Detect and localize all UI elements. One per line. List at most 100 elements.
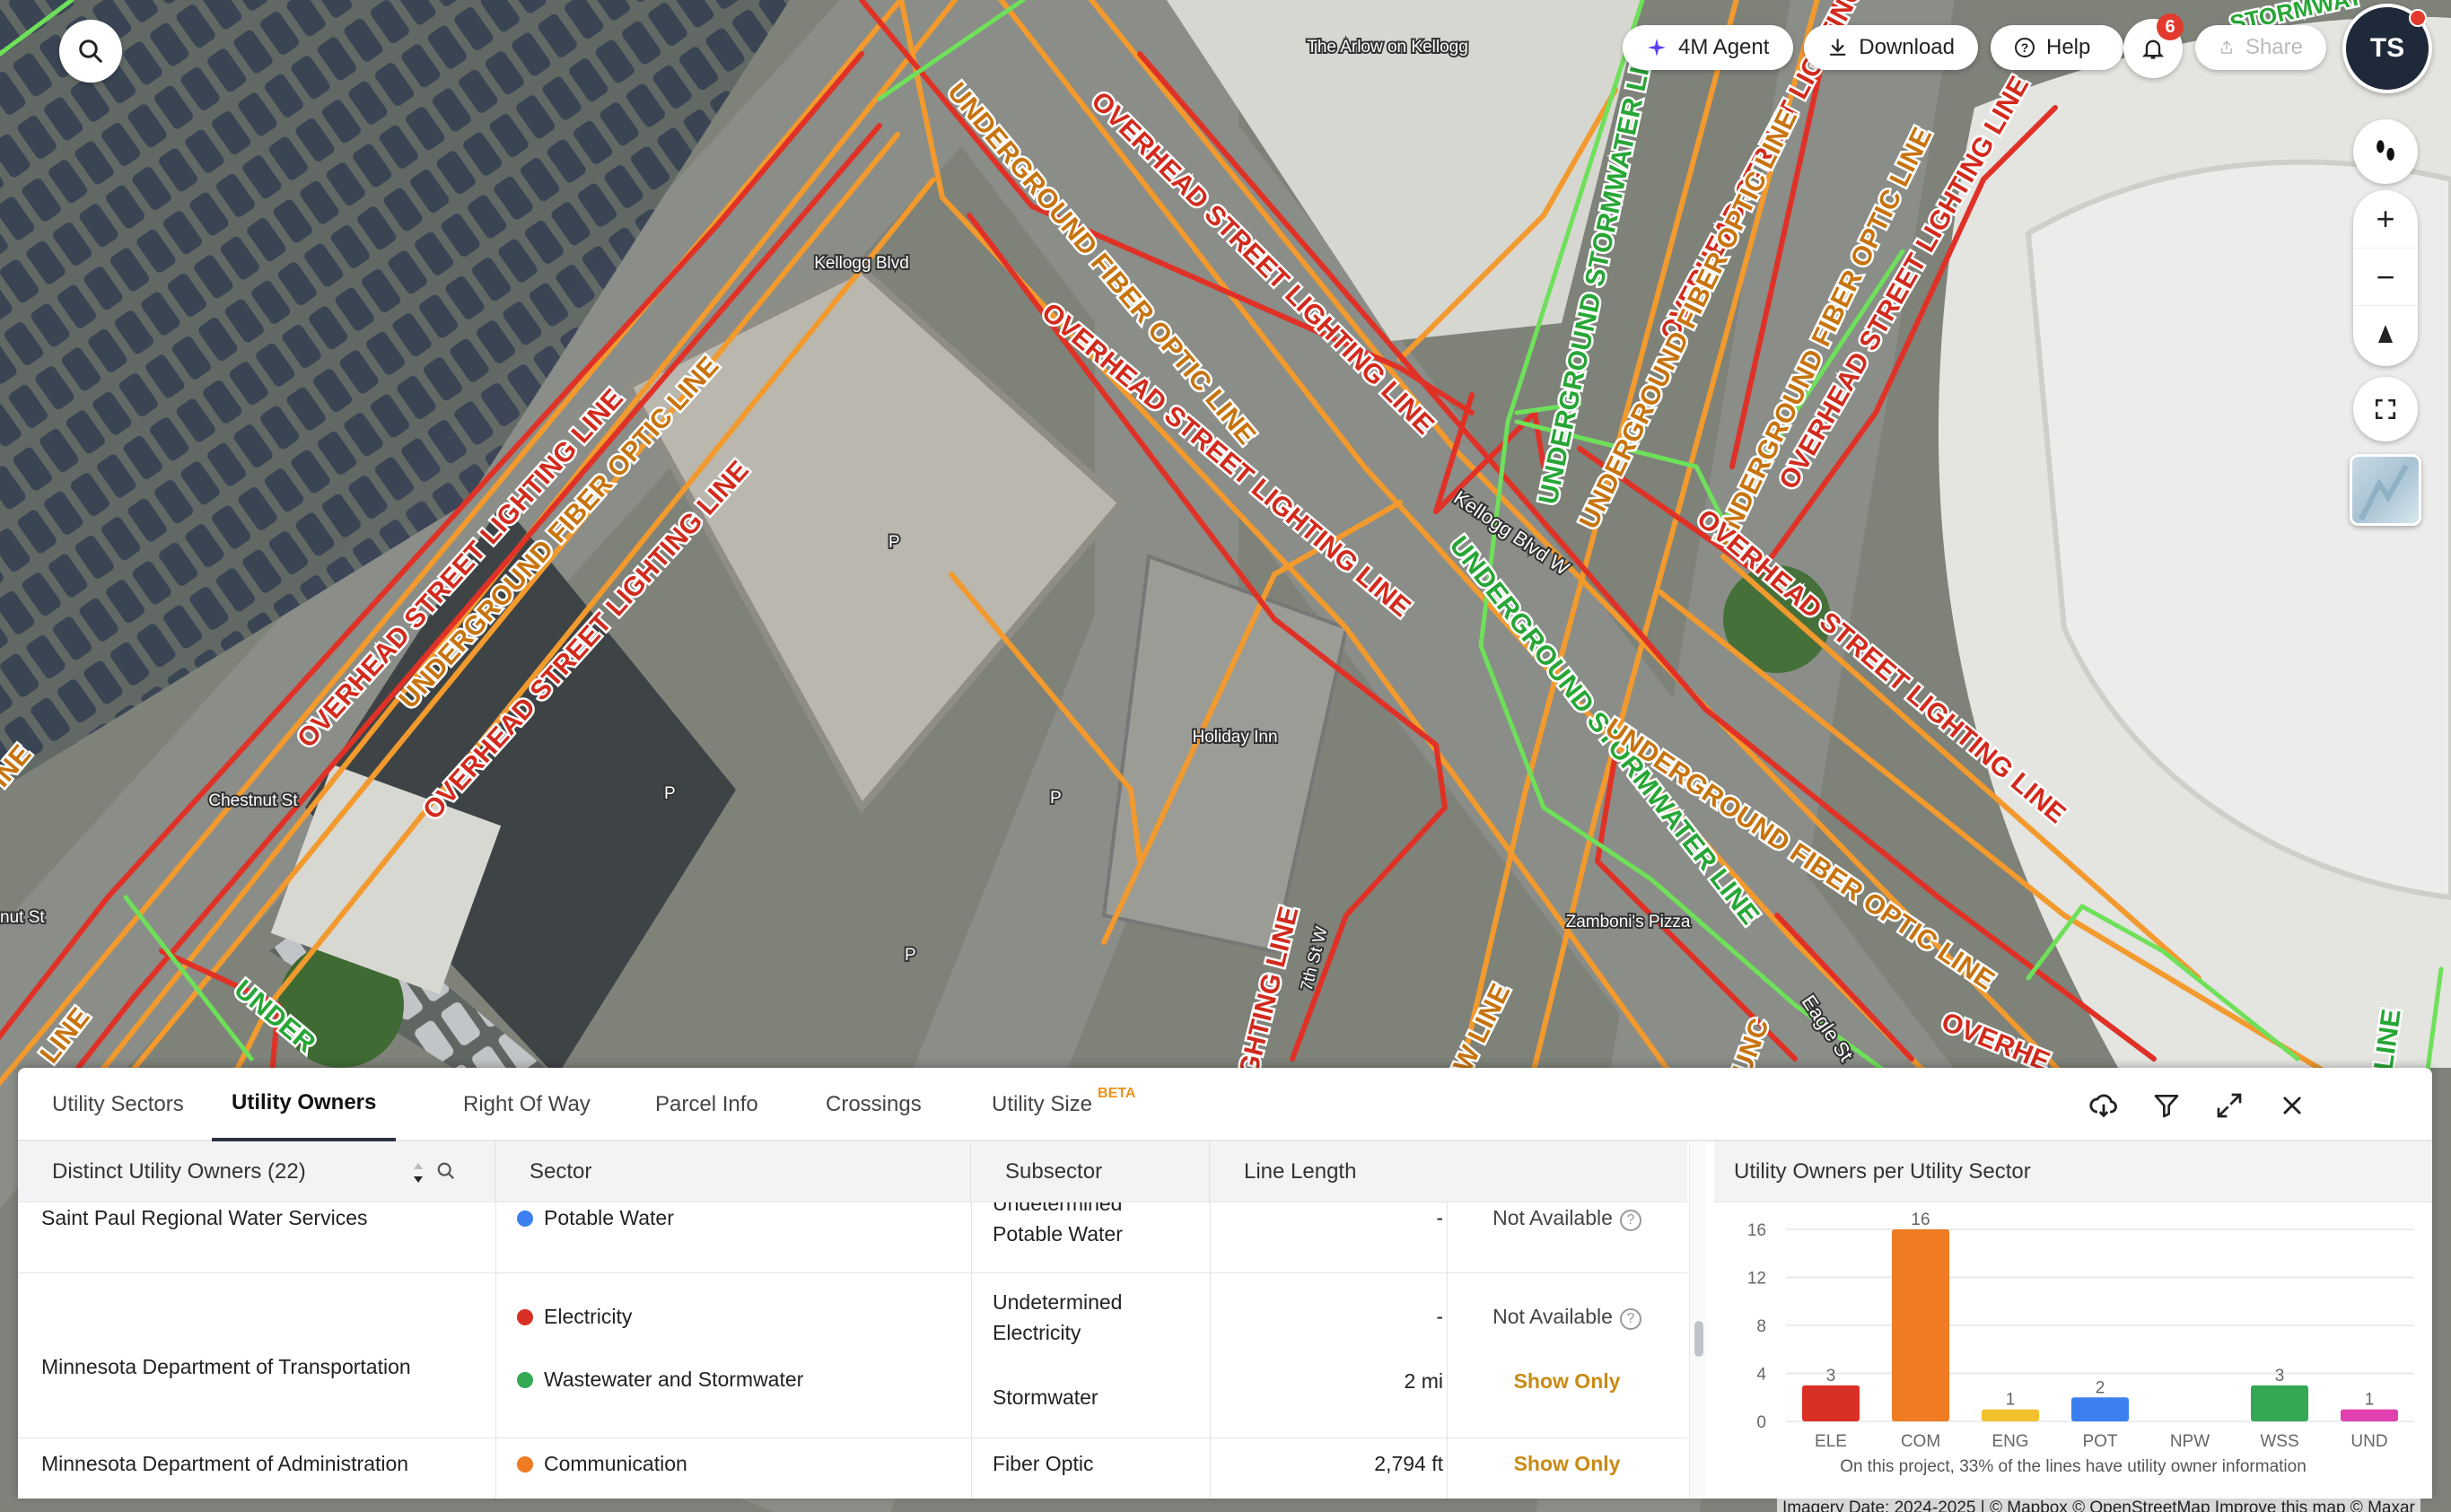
sector-color-dot — [517, 1309, 533, 1325]
help-button[interactable]: ? Help — [1991, 25, 2123, 70]
tab-utility-size[interactable]: Utility Size BETA — [992, 1068, 1135, 1141]
x-tick-label: COM — [1901, 1432, 1940, 1451]
chart-title: Utility Owners per Utility Sector — [1714, 1141, 2432, 1202]
subsector-line-2: Electricity — [993, 1321, 1081, 1344]
tab-utility-size-label: Utility Size — [992, 1092, 1093, 1116]
y-tick-label: 0 — [1756, 1413, 1766, 1432]
parking-marker: P — [888, 533, 900, 552]
bar-value-label: 1 — [2365, 1391, 2375, 1410]
filter-button[interactable] — [2147, 1086, 2186, 1125]
bar-value-label: 2 — [2096, 1378, 2105, 1397]
map-thumbnail-icon — [2359, 464, 2409, 521]
bar-pot[interactable] — [2071, 1397, 2129, 1421]
bell-icon — [2141, 39, 2165, 59]
tab-parcel-info[interactable]: Parcel Info — [655, 1068, 758, 1141]
sector-name: Potable Water — [544, 1206, 674, 1229]
zoom-controls: + − — [2353, 190, 2418, 366]
owners-column-header[interactable]: Distinct Utility Owners (22) — [18, 1141, 495, 1202]
subsector-line-1: Undetermined — [993, 1290, 1123, 1314]
basemap-toggle[interactable] — [2350, 454, 2421, 526]
sector-column-header[interactable]: Sector — [495, 1141, 971, 1202]
status-dot — [2409, 9, 2427, 27]
table-header: Distinct Utility Owners (22) Sector Subs… — [18, 1141, 1687, 1202]
sector-name: Electricity — [544, 1305, 633, 1328]
bar-ele[interactable] — [1802, 1385, 1860, 1421]
sort-icon[interactable] — [411, 1161, 425, 1184]
help-label: Help — [2046, 35, 2091, 59]
close-panel-button[interactable] — [2272, 1086, 2312, 1125]
tab-crossings[interactable]: Crossings — [826, 1068, 922, 1141]
place-label: Zamboni's Pizza — [1566, 913, 1691, 931]
place-label: Holiday Inn — [1192, 728, 1277, 747]
user-avatar[interactable]: TS — [2342, 4, 2432, 93]
subsector-column-header[interactable]: Subsector — [971, 1141, 1210, 1202]
not-available-label: Not Available — [1492, 1305, 1613, 1328]
length-column-header[interactable]: Line Length — [1210, 1141, 1687, 1202]
show-only-button[interactable]: Show Only — [1447, 1448, 1687, 1479]
avatar-initials: TS — [2369, 33, 2405, 63]
bar-und[interactable] — [2341, 1409, 2398, 1421]
street-view-button[interactable] — [2353, 119, 2418, 184]
line-length: 2 mi — [1404, 1369, 1443, 1393]
download-button[interactable]: Download — [1804, 25, 1978, 70]
parking-marker: P — [905, 946, 916, 965]
beta-badge: BETA — [1098, 1086, 1136, 1101]
tab-utility-owners[interactable]: Utility Owners — [212, 1068, 397, 1141]
column-divider — [495, 1202, 496, 1499]
tab-utility-sectors[interactable]: Utility Sectors — [52, 1068, 184, 1141]
street-label: nut St — [0, 908, 45, 927]
search-icon[interactable] — [436, 1161, 456, 1181]
bar-value-label: 1 — [2006, 1391, 2016, 1410]
line-length: - — [1436, 1305, 1443, 1328]
tab-right-of-way[interactable]: Right Of Way — [463, 1068, 591, 1141]
fullscreen-button[interactable] — [2353, 377, 2418, 441]
sector-color-dot — [517, 1456, 533, 1473]
place-label: Chestnut St — [208, 791, 298, 810]
bar-value-label: 3 — [1826, 1367, 1836, 1385]
show-only-button[interactable]: Show Only — [1447, 1366, 1687, 1396]
sector-name: Wastewater and Stormwater — [544, 1368, 804, 1391]
sector-color-dot — [517, 1372, 533, 1388]
info-icon[interactable]: ? — [1619, 1210, 1641, 1231]
x-tick-label: WSS — [2260, 1432, 2298, 1451]
agent-label: 4M Agent — [1678, 35, 1770, 59]
x-tick-label: POT — [2082, 1432, 2117, 1451]
scrollbar-thumb[interactable] — [1694, 1321, 1703, 1357]
bar-eng[interactable] — [1982, 1409, 2039, 1421]
subsector-line-1: Undetermined — [993, 1202, 1123, 1215]
download-icon — [1829, 39, 1846, 56]
not-available-label: Not Available — [1492, 1206, 1613, 1229]
sector-cell: Communication — [517, 1448, 687, 1479]
notifications-button[interactable]: 6 — [2123, 13, 2184, 78]
close-icon — [2283, 1097, 2301, 1114]
search-button[interactable] — [59, 20, 122, 83]
bar-wss[interactable] — [2251, 1385, 2308, 1421]
cloud-download-icon — [2089, 1094, 2117, 1118]
place-label: Kellogg Blvd — [814, 254, 909, 273]
owners-column-label: Distinct Utility Owners (22) — [52, 1159, 306, 1184]
export-button[interactable] — [2084, 1086, 2123, 1125]
zoom-out-button[interactable]: − — [2353, 248, 2418, 305]
y-tick-label: 8 — [1756, 1317, 1766, 1336]
help-icon: ? — [2015, 38, 2035, 57]
bar-com[interactable] — [1892, 1229, 1949, 1421]
zoom-in-button[interactable]: + — [2353, 190, 2418, 248]
search-icon — [79, 39, 102, 63]
svg-text:?: ? — [2021, 40, 2029, 55]
share-button[interactable]: Share — [2195, 25, 2326, 70]
place-label: The Arlow on Kellogg — [1307, 38, 1468, 57]
bar-chart: 0 4 8 12 16 3 ELE 16 COM 1 ENG 2 POT NPW 3 WSS 1 UND — [1747, 1210, 2414, 1451]
sector-cell: Electricity — [517, 1301, 632, 1332]
compass-button[interactable] — [2353, 305, 2418, 363]
sector-color-dot — [517, 1210, 533, 1227]
table-scrollbar[interactable] — [1689, 1141, 1707, 1499]
sparkle-icon — [1648, 39, 1666, 57]
y-tick-label: 12 — [1747, 1270, 1766, 1289]
expand-button[interactable] — [2210, 1086, 2249, 1125]
info-icon[interactable]: ? — [1619, 1308, 1641, 1330]
agent-button[interactable]: 4M Agent — [1623, 25, 1793, 70]
subsector-line-1: Fiber Optic — [993, 1452, 1094, 1475]
filter-icon — [2154, 1095, 2179, 1118]
parking-marker: P — [1050, 789, 1062, 808]
x-tick-label: ENG — [1991, 1432, 2028, 1451]
